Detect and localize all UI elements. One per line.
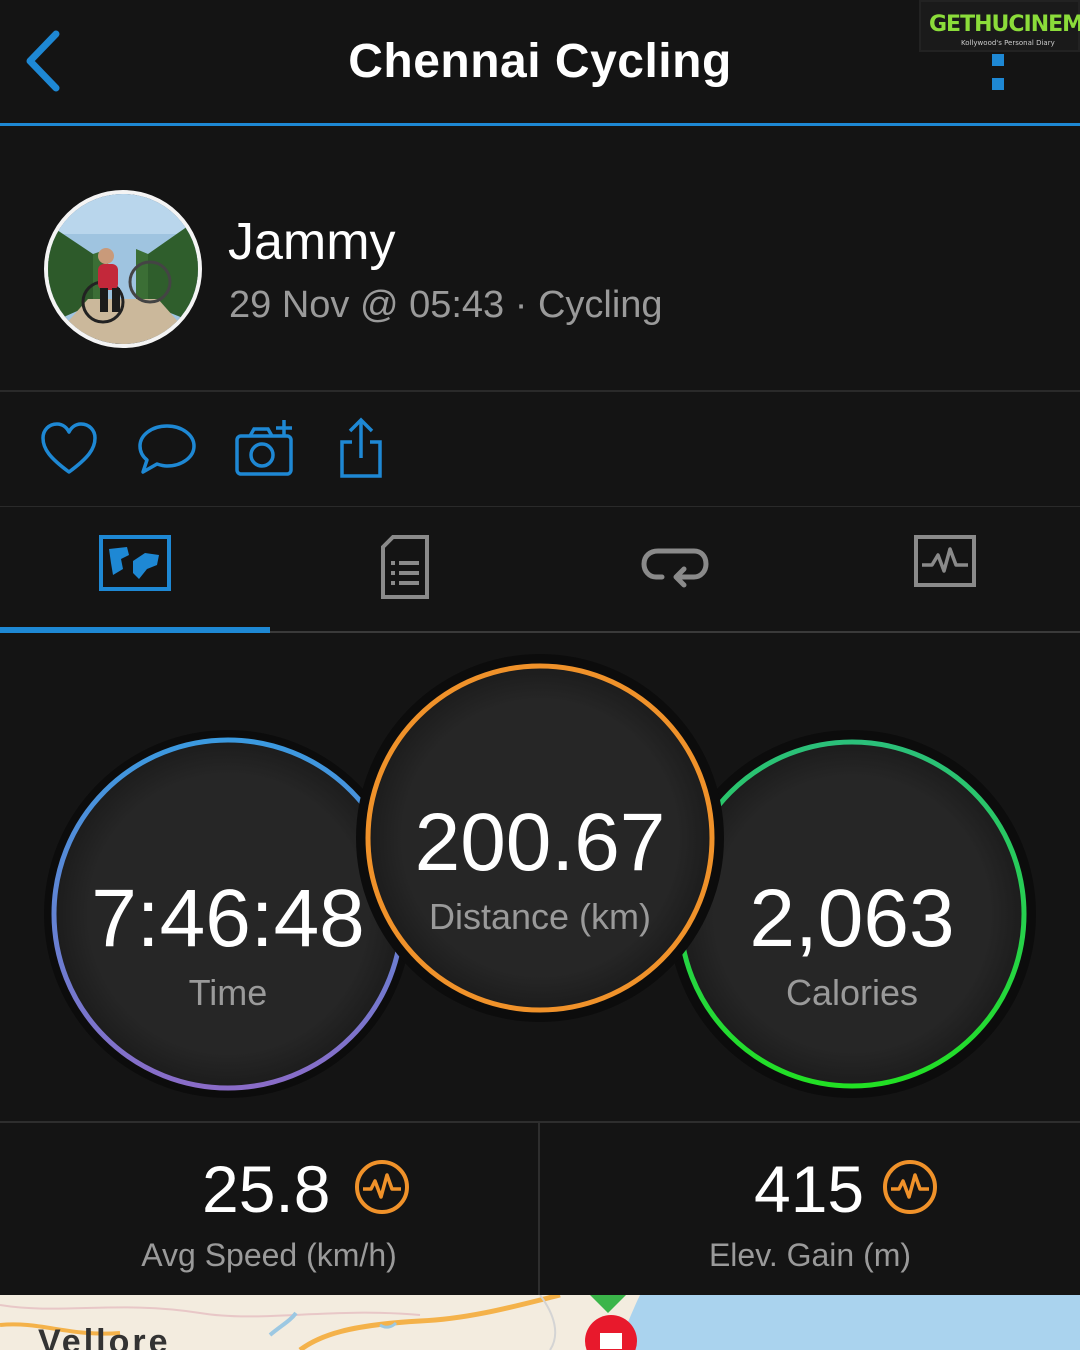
activity-tabs [0,507,1080,633]
details-tab-icon [381,535,429,599]
calories-value: 2,063 [749,873,955,964]
watermark-tagline: Kollywood's Personal Diary [961,39,1055,47]
time-stat: 7:46:48 Time [54,740,402,1088]
avg-speed-value: 25.8 [202,1152,331,1226]
tab-details[interactable] [270,507,540,633]
elev-gain-pulse-icon[interactable] [882,1159,938,1215]
elev-gain-value: 415 [754,1152,865,1226]
share-button[interactable] [328,416,394,482]
avatar[interactable] [44,190,202,348]
charts-tab-icon [914,535,976,587]
avatar-photo [48,194,198,344]
time-label: Time [188,972,268,1013]
distance-value: 200.67 [414,797,666,888]
activity-date-type: 29 Nov @ 05:43 · Cycling [229,284,663,326]
calories-stat: 2,063 Calories [678,740,1026,1088]
user-name[interactable]: Jammy [228,212,396,272]
distance-label: Distance (km) [428,896,652,937]
watermark-logo: GETHUCINEMA Kollywood's Personal Diary [919,0,1080,52]
share-icon [340,417,382,478]
action-bar [0,392,1080,506]
distance-stat: 200.67 Distance (km) [366,666,714,1014]
map-tab-icon [99,535,171,591]
avg-speed-pulse-icon[interactable] [354,1159,410,1215]
elev-gain-label: Elev. Gain (m) [708,1237,912,1273]
page-title: Chennai Cycling [348,35,732,88]
like-button[interactable] [36,416,102,482]
laps-tab-icon [641,548,709,588]
tab-map[interactable] [0,507,270,633]
heart-icon [41,422,97,474]
comment-icon [138,424,196,474]
summary-stats: 7:46:48 Time 2,063 Calories 200.67 Dista… [0,633,1080,1121]
top-app-bar: Chennai Cycling GETHUCINEMA Kollywood's … [0,0,1080,126]
calories-label: Calories [785,972,919,1013]
add-photo-button[interactable] [232,416,298,482]
tab-laps[interactable] [540,507,810,633]
activity-owner: Jammy 29 Nov @ 05:43 · Cycling [0,126,1080,391]
more-vertical-icon [992,54,1004,90]
comment-button[interactable] [134,416,200,482]
avg-speed-label: Avg Speed (km/h) [141,1237,397,1273]
add-photo-icon [235,420,293,476]
activity-screen: Chennai Cycling GETHUCINEMA Kollywood's … [0,0,1080,1350]
map-city-label: Vellore [38,1323,171,1350]
more-options-button[interactable] [982,52,1016,96]
watermark-brand: GETHUCINEMA [929,12,1080,37]
time-value: 7:46:48 [91,873,365,964]
secondary-stats: 25.8 Avg Speed (km/h) 415 Elev. Gain (m) [0,1121,1080,1297]
tab-charts[interactable] [810,507,1080,633]
route-map[interactable]: Vellore [0,1295,1080,1350]
